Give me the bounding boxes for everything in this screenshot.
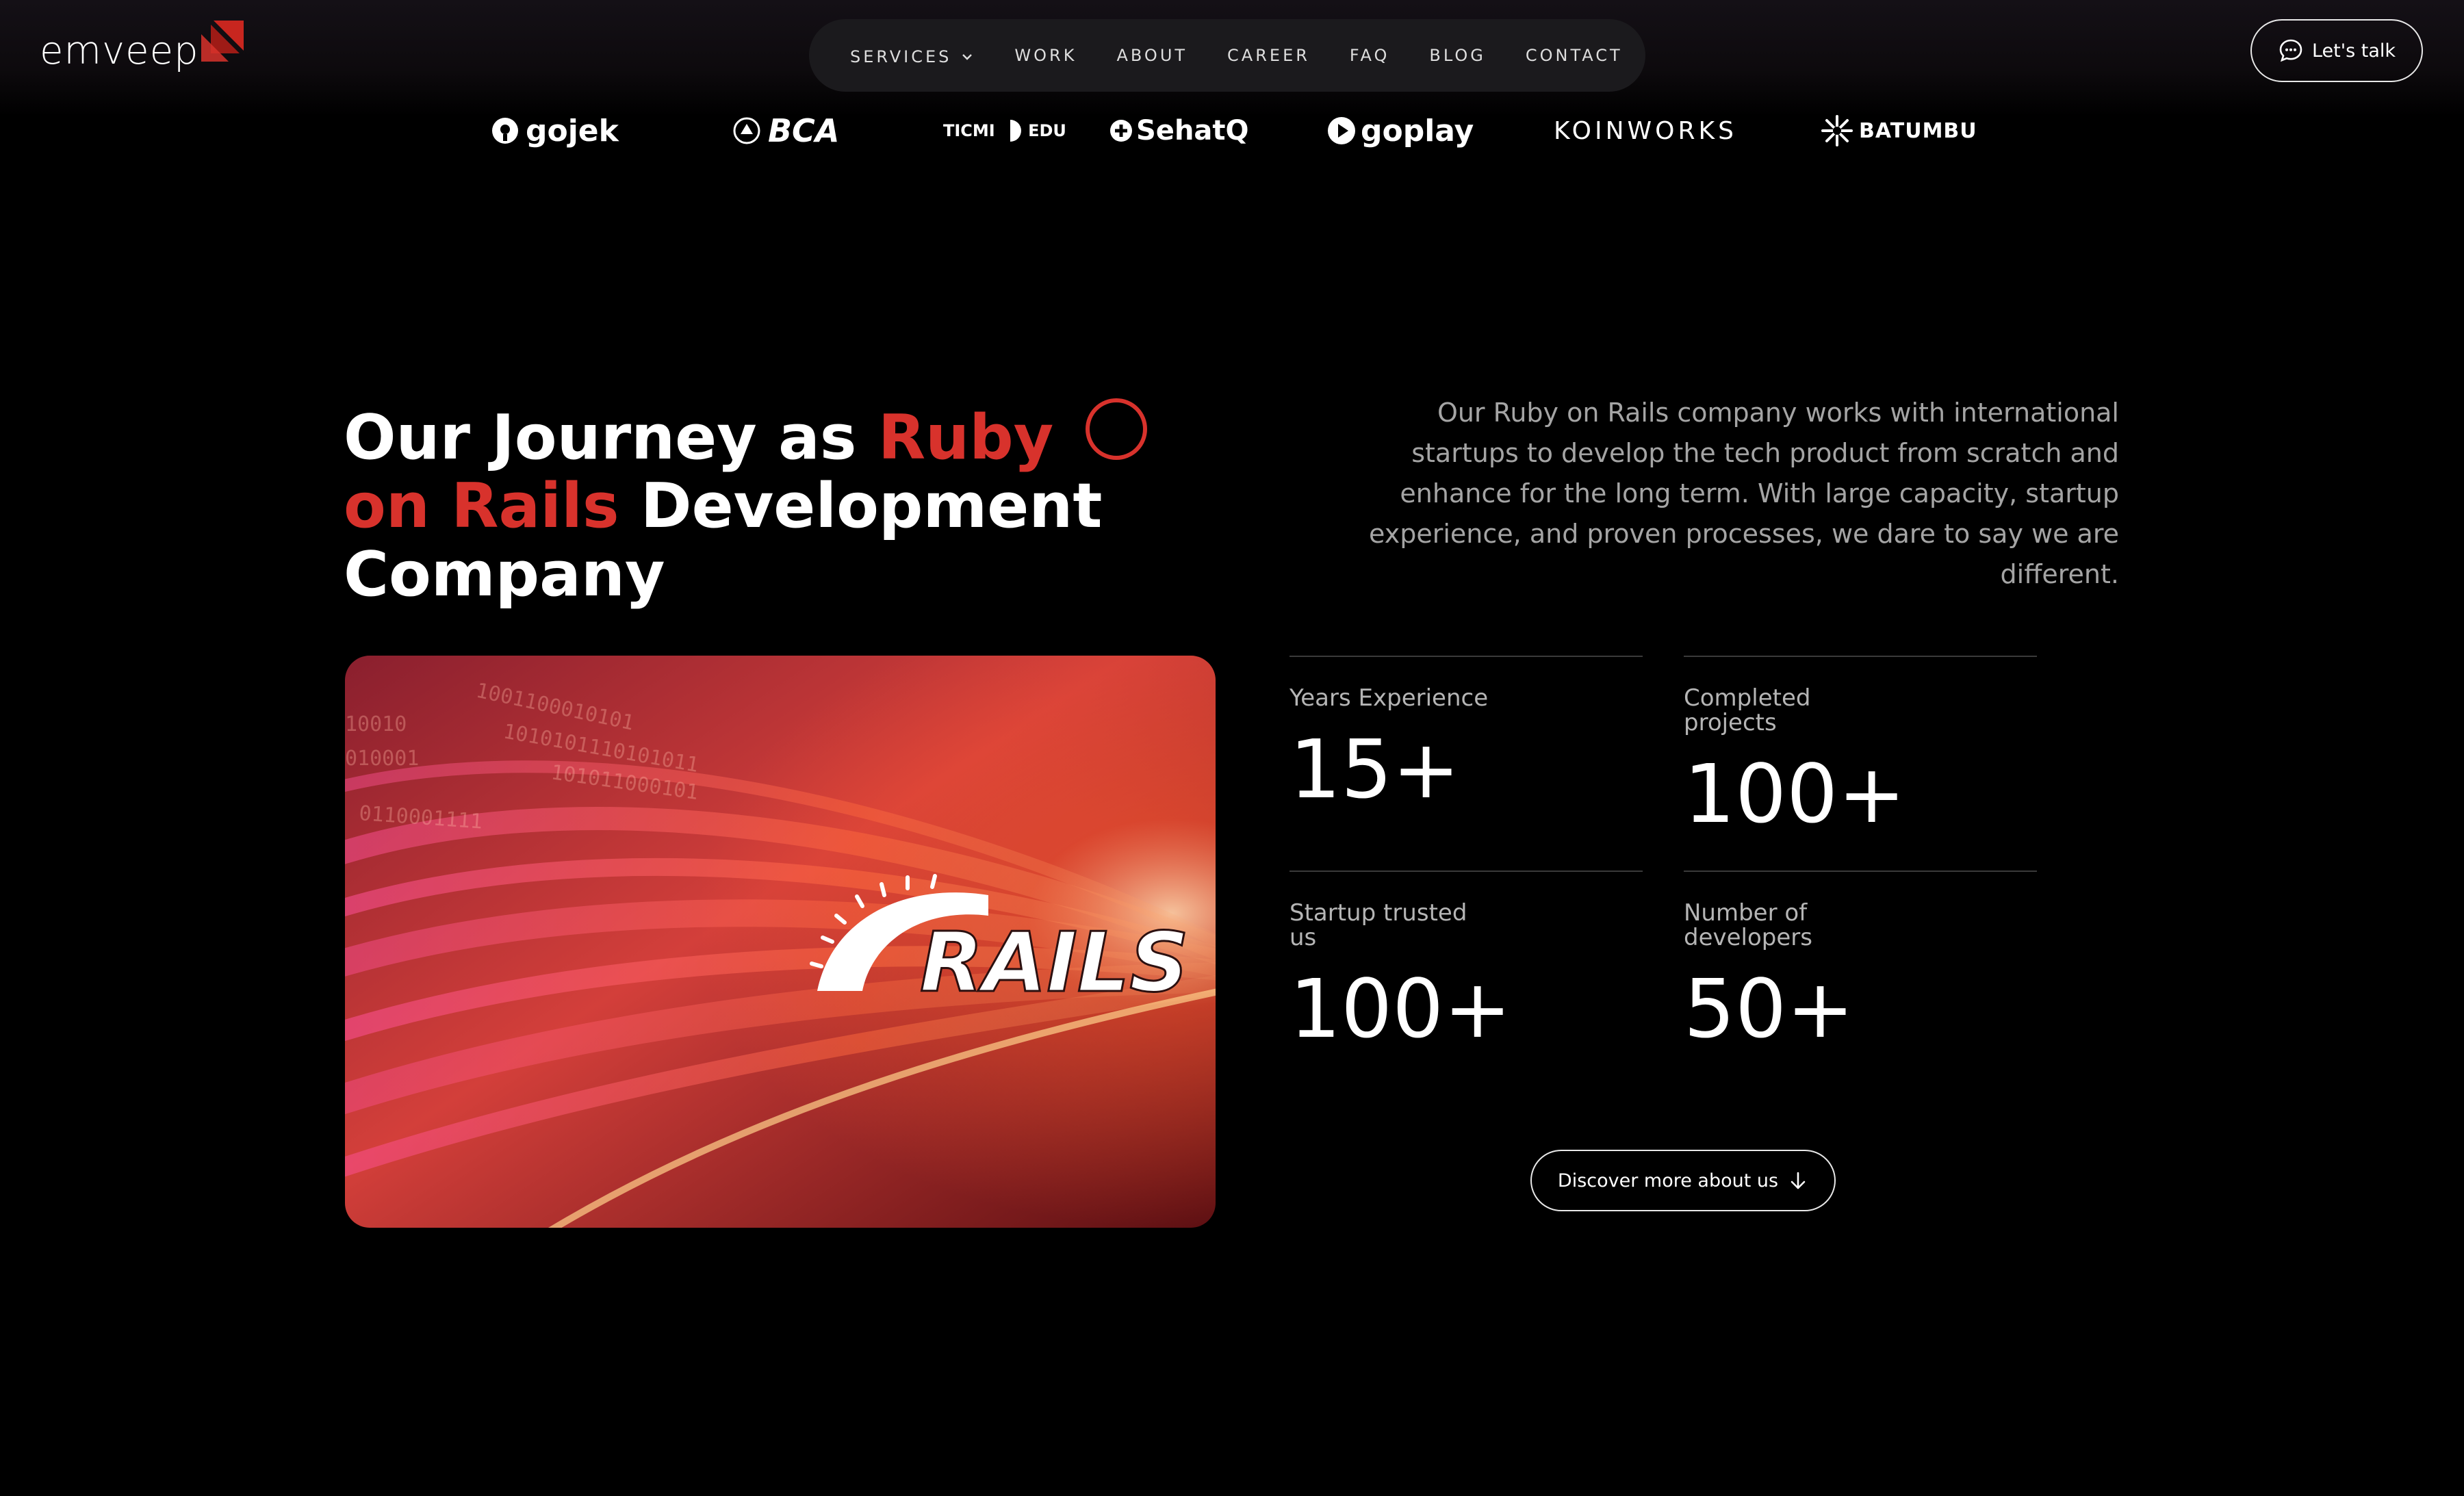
client-logo-sehatq: SehatQ — [1109, 109, 1249, 152]
stat-label: Completed projects — [1684, 684, 1811, 736]
client-logo-gojek: gojek — [490, 109, 619, 152]
client-logos: gojek BCA TICMI EDU SehatQ goplay KOINWO… — [0, 109, 2464, 152]
stat-value: 15+ — [1289, 722, 1461, 816]
stat-years-experience: Years Experience 15+ — [1289, 656, 1643, 810]
ticmi-mark-icon — [1010, 120, 1021, 142]
arrow-down-icon — [1791, 1172, 1806, 1189]
stat-startup-trusted: Startup trusted us 100+ — [1289, 870, 1643, 1050]
chevron-down-icon — [962, 54, 973, 60]
main-nav: SERVICES WORK ABOUT CAREER FAQ BLOG CONT… — [809, 19, 1645, 92]
rails-artwork: 1001100010101 10010 1010101110101011 010… — [345, 656, 1216, 1228]
site-header: emveep SERVICES WORK ABOUT CAREER FAQ BL… — [0, 0, 2464, 116]
client-logo-batumbu: BATUMBU — [1821, 109, 1977, 152]
nav-item-contact[interactable]: CONTACT — [1526, 46, 1623, 65]
batumbu-star-icon — [1821, 115, 1853, 146]
nav-item-work[interactable]: WORK — [1014, 46, 1077, 65]
stat-label: Years Experience — [1289, 684, 1489, 712]
discover-more-button[interactable]: Discover more about us — [1530, 1150, 1836, 1211]
svg-text:10010: 10010 — [345, 712, 407, 736]
stat-value: 100+ — [1289, 962, 1512, 1056]
stat-value: 50+ — [1684, 962, 1855, 1056]
stat-label: Number of developers — [1684, 899, 1812, 951]
rails-hero-image: 1001100010101 10010 1010101110101011 010… — [345, 656, 1216, 1228]
logo-mark-icon — [201, 21, 244, 62]
nav-item-about[interactable]: ABOUT — [1116, 46, 1188, 65]
client-logo-koinworks: KOINWORKS — [1554, 116, 1737, 145]
lets-talk-label: Let's talk — [2311, 40, 2396, 62]
section-headline: Our Journey as Ruby on Rails Development… — [344, 402, 1103, 610]
play-icon — [1328, 117, 1355, 144]
stat-value: 100+ — [1684, 747, 1906, 841]
decorative-ring — [1086, 398, 1147, 460]
svg-text:010001: 010001 — [345, 747, 419, 771]
nav-item-career[interactable]: CAREER — [1227, 46, 1310, 65]
bca-icon — [733, 117, 760, 144]
gojek-icon — [492, 118, 518, 144]
sehatq-icon — [1110, 120, 1132, 142]
intro-paragraph: Our Ruby on Rails company works with int… — [1369, 398, 2119, 589]
stat-completed-projects: Completed projects 100+ — [1684, 656, 2037, 835]
stat-number-of-developers: Number of developers 50+ — [1684, 870, 2037, 1050]
chat-bubble-icon — [2279, 39, 2302, 62]
discover-more-label: Discover more about us — [1557, 1170, 1779, 1191]
nav-item-faq[interactable]: FAQ — [1350, 46, 1390, 65]
client-logo-bca: BCA — [732, 109, 839, 152]
client-logo-goplay: goplay — [1326, 109, 1474, 152]
lets-talk-button[interactable]: Let's talk — [2250, 19, 2423, 82]
brand-logo[interactable]: emveep — [40, 18, 244, 79]
nav-item-blog[interactable]: BLOG — [1429, 46, 1485, 65]
client-logo-ticmi: TICMI EDU — [943, 109, 1066, 152]
nav-item-services[interactable]: SERVICES — [850, 47, 975, 66]
svg-text:RAILS: RAILS — [920, 916, 1189, 1011]
stat-label: Startup trusted us — [1289, 899, 1467, 951]
